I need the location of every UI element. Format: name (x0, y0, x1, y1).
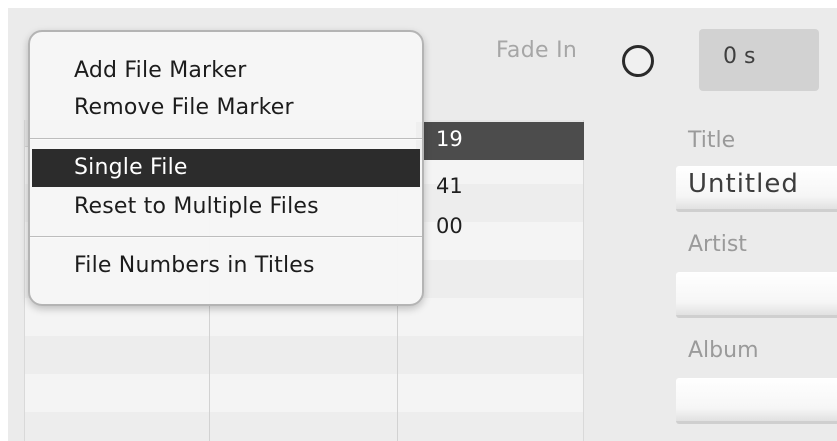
table-row[interactable] (25, 336, 583, 374)
table-cell: 19 (436, 127, 463, 151)
table-cell: 00 (436, 214, 463, 238)
menu-item-reset-to-multiple-files[interactable]: Reset to Multiple Files (32, 188, 420, 226)
app-window: Fade In 0 s 19 41 00 Title Untitled Arti… (8, 8, 837, 441)
album-field[interactable] (676, 378, 837, 424)
menu-item-single-file[interactable]: Single File (32, 149, 420, 187)
fade-in-value: 0 s (723, 44, 756, 69)
title-value: Untitled (688, 169, 799, 199)
album-label: Album (688, 338, 759, 363)
artist-field[interactable] (676, 272, 837, 318)
fade-in-value-field[interactable]: 0 s (699, 29, 819, 91)
menu-item-add-file-marker[interactable]: Add File Marker (32, 52, 420, 90)
table-row[interactable] (25, 374, 583, 412)
title-field[interactable]: Untitled (676, 166, 837, 212)
title-label: Title (688, 128, 736, 153)
artist-label: Artist (688, 232, 747, 257)
menu-item-file-numbers-in-titles[interactable]: File Numbers in Titles (32, 247, 420, 285)
table-cell: 41 (436, 174, 463, 198)
fade-in-toggle[interactable] (622, 45, 654, 77)
menu-separator (30, 236, 422, 238)
menu-item-remove-file-marker[interactable]: Remove File Marker (32, 89, 420, 127)
table-row[interactable] (25, 412, 583, 441)
menu-separator (30, 138, 422, 140)
context-menu: Add File Marker Remove File Marker Singl… (28, 30, 424, 306)
fade-in-label: Fade In (496, 38, 578, 63)
